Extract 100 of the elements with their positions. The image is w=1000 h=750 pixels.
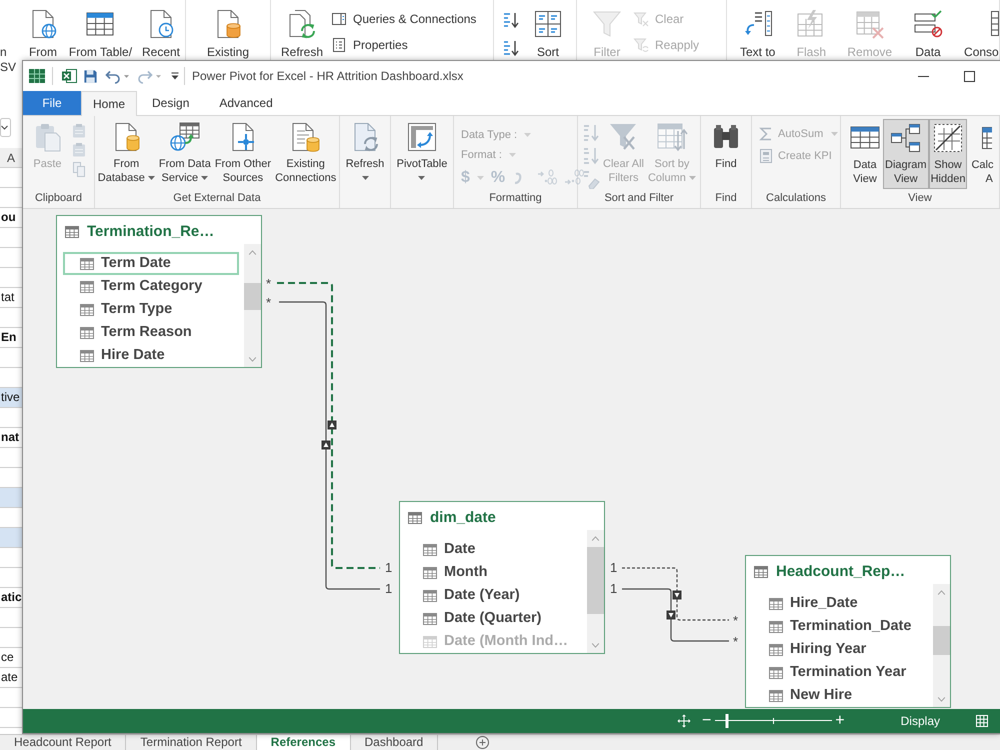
ribbon-button[interactable]: From Data Service [158, 119, 212, 187]
zoom-in-button[interactable]: + [835, 712, 845, 730]
chevron-up-icon[interactable] [937, 590, 946, 594]
spreadsheet-icon[interactable] [61, 68, 77, 84]
field-row[interactable]: Date (Year) [406, 584, 582, 607]
ribbon-button[interactable]: Queries & Connections [331, 11, 476, 27]
column-icon [423, 566, 437, 578]
add-sheet-icon[interactable] [476, 736, 490, 749]
scroll-thumb[interactable] [587, 547, 604, 614]
dropdown-icon[interactable] [0, 118, 11, 137]
comma-style-icon[interactable] [512, 170, 524, 186]
table-title: Termination_Re… [87, 223, 214, 241]
field-row[interactable]: Termination Year [752, 661, 928, 684]
sort-descending-icon[interactable] [502, 39, 520, 57]
scrollbar[interactable] [244, 244, 261, 367]
ribbon-button[interactable]: Sort [528, 0, 568, 60]
relationship-line[interactable] [622, 588, 729, 642]
column-icon [80, 280, 94, 292]
table-card[interactable]: Headcount_Rep… Hire_Date Termination_Date Hiring Year Termination Year New Hire [745, 555, 951, 708]
ribbon-button[interactable]: Existing [202, 0, 254, 60]
decrease-decimal-icon[interactable] [564, 169, 584, 187]
reapply-filter-icon [633, 37, 649, 53]
ribbon-button[interactable]: Refresh [344, 119, 386, 187]
dropdown-caret-icon [688, 176, 696, 180]
ribbon-button[interactable]: Refresh [277, 0, 328, 60]
field-row[interactable]: Hiring Year [752, 638, 928, 661]
field-row[interactable]: Term Category [63, 275, 239, 298]
zoom-out-button[interactable]: − [702, 712, 712, 730]
chevron-up-icon[interactable] [248, 250, 257, 254]
scroll-thumb[interactable] [244, 283, 261, 310]
ribbon-button[interactable]: Recent [138, 0, 184, 60]
ribbon-button[interactable]: Existing Connections [274, 119, 338, 187]
table-card[interactable]: dim_date Date Month Date (Year) Date (Quarter) Date (Month Ind… [399, 501, 605, 654]
chevron-up-icon[interactable] [591, 536, 600, 540]
grid-icon[interactable] [975, 714, 989, 728]
ribbon-tab[interactable]: Advanced [204, 91, 288, 115]
ribbon-button[interactable]: Show Hidden [928, 119, 968, 189]
display-button[interactable]: Display [900, 712, 940, 730]
ribbon-button[interactable]: PivotTable [396, 119, 448, 187]
scrollbar[interactable] [587, 530, 604, 653]
column-icon [423, 612, 437, 624]
field-row[interactable]: New Hire [752, 684, 928, 707]
table-card[interactable]: Termination_Re… Term Date Term Category Term Type Term Reason Hire Date [56, 215, 262, 368]
scroll-thumb[interactable] [933, 626, 950, 655]
chevron-down-icon[interactable] [591, 642, 600, 648]
ribbon-button[interactable]: Diagram View [883, 119, 929, 189]
slider-thumb[interactable] [725, 714, 728, 728]
ribbon-button[interactable]: Properties [331, 37, 476, 53]
field-row[interactable]: Term Type [63, 298, 239, 321]
dropdown-caret-icon [124, 74, 129, 78]
ribbon-button[interactable]: From Database [96, 119, 156, 187]
field-row[interactable]: Hire_Date [752, 592, 928, 615]
sort-by-column-icon [656, 121, 688, 153]
increase-decimal-icon[interactable] [537, 169, 558, 187]
chevron-down-icon[interactable] [248, 356, 257, 362]
zoom-slider[interactable] [715, 713, 832, 729]
field-row[interactable]: Termination_Date [752, 615, 928, 638]
ribbon-tab[interactable]: Design [137, 91, 204, 115]
undo-icon[interactable] [105, 68, 121, 84]
field-row[interactable]: Date [406, 538, 582, 561]
field-row[interactable]: Date (Quarter) [406, 607, 582, 630]
ribbon-button[interactable]: Text to [736, 0, 780, 60]
app-icon[interactable] [28, 67, 46, 85]
ribbon-button[interactable]: n SV [0, 0, 22, 80]
column-icon [769, 620, 783, 632]
relationship-line[interactable] [622, 567, 729, 621]
fit-screen-icon[interactable] [676, 714, 691, 728]
sheet-tab[interactable]: Headcount Report [0, 735, 126, 750]
ribbon-button[interactable]: Conso [960, 0, 1000, 60]
chevron-down-icon[interactable] [937, 696, 946, 702]
column-icon [423, 590, 437, 602]
customize-icon[interactable] [171, 72, 179, 80]
field-row[interactable]: Term Date [63, 252, 239, 275]
ribbon-tab[interactable]: Home [81, 91, 138, 116]
field-row[interactable]: Term Reason [63, 321, 239, 344]
file-tab[interactable]: File [23, 91, 81, 115]
dropdown-caret-icon [524, 133, 532, 137]
field-row[interactable]: Hire Date [63, 344, 239, 367]
ribbon-button[interactable]: Data [908, 0, 948, 60]
ribbon-button[interactable]: Calc A [967, 119, 996, 189]
scrollbar[interactable] [933, 584, 950, 707]
sort-ascending-icon[interactable] [502, 11, 520, 29]
sigma-icon [758, 126, 774, 142]
column-header[interactable]: A [0, 148, 22, 168]
column-icon [80, 326, 94, 338]
cardinality-label: 1 [610, 561, 618, 575]
redo-icon[interactable] [137, 68, 153, 84]
field-row[interactable]: Month [406, 561, 582, 584]
column-icon [80, 304, 94, 316]
table-title: Headcount_Rep… [776, 563, 906, 581]
ribbon-button[interactable]: Find [709, 119, 743, 173]
ribbon-button[interactable]: Data View [847, 119, 883, 189]
ribbon-button[interactable]: From Other Sources [214, 119, 272, 187]
ribbon-button[interactable]: From [22, 0, 63, 60]
sheet-tab[interactable]: Dashboard [350, 735, 438, 750]
sheet-tab[interactable]: References [256, 735, 351, 750]
cardinality-label: 1 [385, 582, 392, 596]
save-icon[interactable] [83, 68, 98, 84]
ribbon-button[interactable]: From Table/ [64, 0, 136, 60]
maximize-icon[interactable] [964, 70, 974, 82]
